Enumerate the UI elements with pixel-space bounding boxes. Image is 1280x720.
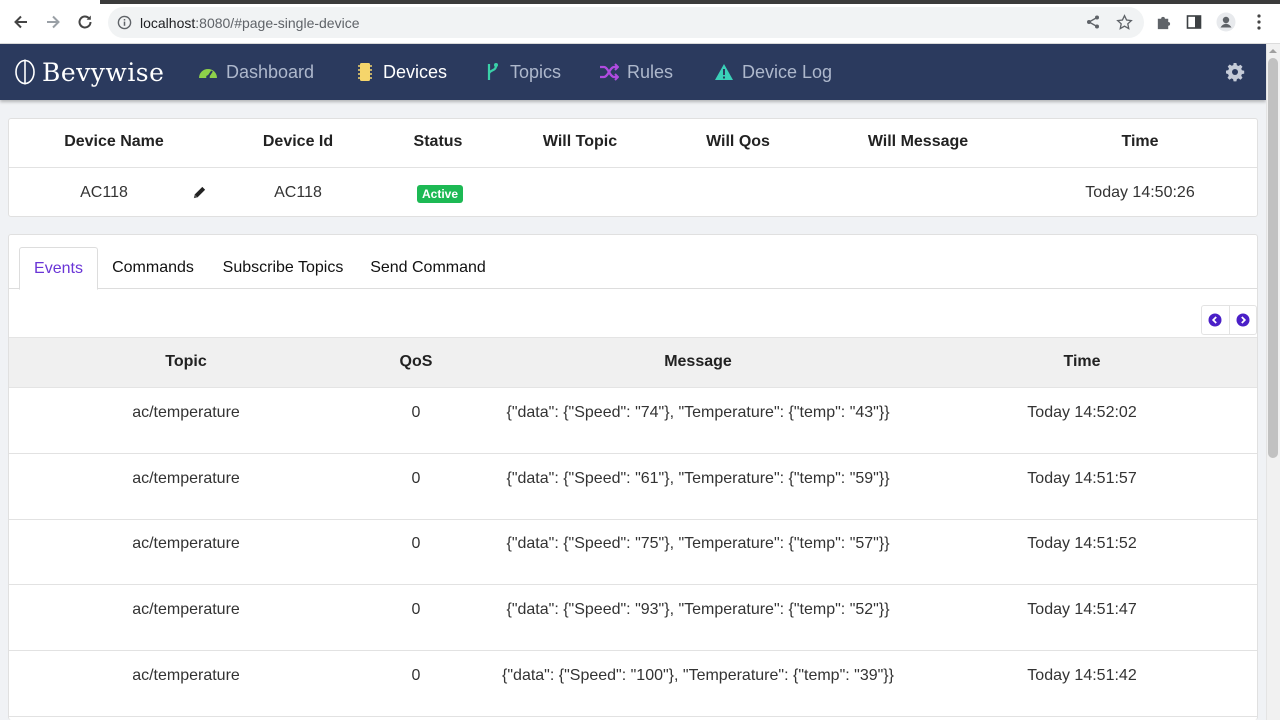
tab-subscribe-topics[interactable]: Subscribe Topics [214,247,352,289]
event-time: Today 14:51:57 [1027,470,1137,487]
nav-topics[interactable]: Topics [482,60,561,84]
header-device-id: Device Id [262,133,334,150]
event-time: Today 14:51:42 [1027,667,1137,684]
extensions-icon[interactable] [1152,11,1174,33]
nav-dashboard-label: Dashboard [226,61,315,82]
event-qos: 0 [411,667,421,684]
bevywise-logo[interactable]: Bevywise [14,56,164,88]
reload-icon[interactable] [73,10,97,34]
page-scrollbar-thumb[interactable] [1268,58,1278,458]
event-topic: ac/temperature [132,667,240,684]
header-will-topic: Will Topic [542,133,618,150]
event-message: {"data": {"Speed": "75"}, "Temperature":… [506,535,890,552]
table-row[interactable]: ac/temperature 0 {"data": {"Speed": "61"… [9,454,1257,520]
event-message: {"data": {"Speed": "93"}, "Temperature":… [506,601,890,618]
event-qos: 0 [411,601,421,618]
table-row[interactable]: ac/temperature 0 {"data": {"Speed": "100… [9,651,1257,717]
chip-icon [355,62,375,82]
prev-page-button[interactable] [1202,306,1229,334]
chevron-left-circle-icon [1208,313,1222,327]
event-qos: 0 [411,404,421,421]
logo-text: Bevywise [42,57,165,87]
branch-icon [482,62,502,82]
edit-pencil-icon[interactable] [192,185,207,200]
chevron-right-circle-icon [1236,313,1250,327]
browser-menu-icon[interactable] [1248,11,1270,33]
tab-commands[interactable]: Commands [104,247,202,289]
device-name-value: AC118 [80,184,128,201]
table-row[interactable]: ac/temperature 0 {"data": {"Speed": "75"… [9,519,1257,585]
header-status: Status [413,133,463,150]
settings-gear-icon[interactable] [1225,62,1245,82]
nav-device-log-label: Device Log [742,61,833,82]
device-activity-card: Events Commands Subscribe Topics Send Co… [8,234,1258,720]
nav-dashboard[interactable]: Dashboard [198,60,314,84]
table-row[interactable]: ac/temperature 0 {"data": {"Speed": "74"… [9,388,1257,454]
events-header-topic: Topic [165,353,207,370]
nav-device-log[interactable]: Device Log [714,60,832,84]
status-badge: Active [417,185,464,203]
events-header-message: Message [664,353,732,370]
nav-rules[interactable]: Rules [599,60,673,84]
forward-icon[interactable] [41,10,65,34]
scroll-up-arrow-icon[interactable] [1268,46,1278,56]
header-device-name: Device Name [64,133,164,150]
site-info-icon[interactable] [116,14,133,31]
device-time-value: Today 14:50:26 [1085,184,1195,201]
url-host: localhost [140,15,196,31]
pagination-controls [1201,305,1257,335]
event-message: {"data": {"Speed": "74"}, "Temperature":… [506,404,890,421]
bookmark-star-icon[interactable] [1113,11,1135,33]
event-message: {"data": {"Speed": "61"}, "Temperature":… [506,470,890,487]
header-will-message: Will Message [867,133,969,150]
events-table-header: Topic QoS Message Time [9,337,1257,388]
device-id-value: AC118 [274,184,322,201]
event-time: Today 14:52:02 [1027,404,1137,421]
gauge-icon [198,62,218,82]
bevywise-logo-icon [15,59,35,85]
header-divider [9,167,1257,168]
tab-bar: Events Commands Subscribe Topics Send Co… [9,247,1257,290]
event-topic: ac/temperature [132,470,240,487]
header-time: Time [1121,133,1159,150]
nav-rules-label: Rules [627,61,674,82]
nav-devices[interactable]: Devices [355,60,447,84]
nav-topics-label: Topics [510,61,562,82]
back-icon[interactable] [9,10,33,34]
events-header-qos: QoS [399,353,433,370]
tab-events[interactable]: Events [19,247,98,290]
header-will-qos: Will Qos [706,133,770,150]
event-time: Today 14:51:52 [1027,535,1137,552]
device-details-card: Device Name Device Id Status Will Topic … [8,118,1258,217]
app-navbar: Bevywise Dashboard Devices Topics Rules … [0,44,1266,100]
side-panel-icon[interactable] [1183,11,1205,33]
url-text: localhost:8080/#page-single-device [140,15,360,31]
shuffle-icon [599,62,619,82]
event-message: {"data": {"Speed": "100"}, "Temperature"… [502,667,894,684]
share-icon[interactable] [1082,11,1104,33]
event-topic: ac/temperature [132,535,240,552]
tab-strip-edge [100,0,1280,4]
table-row[interactable]: ac/temperature 0 {"data": {"Speed": "93"… [9,585,1257,651]
warning-icon [714,62,734,82]
address-bar[interactable]: localhost:8080/#page-single-device [108,7,1144,38]
nav-devices-label: Devices [383,61,448,82]
event-topic: ac/temperature [132,404,240,421]
tab-send-command[interactable]: Send Command [363,247,493,289]
browser-chrome: localhost:8080/#page-single-device [0,0,1280,44]
events-header-time: Time [1063,353,1101,370]
url-path: :8080/#page-single-device [195,15,360,31]
event-qos: 0 [411,470,421,487]
event-time: Today 14:51:47 [1027,601,1137,618]
next-page-button[interactable] [1228,306,1256,334]
profile-avatar-icon[interactable] [1215,11,1237,33]
event-qos: 0 [411,535,421,552]
event-topic: ac/temperature [132,601,240,618]
